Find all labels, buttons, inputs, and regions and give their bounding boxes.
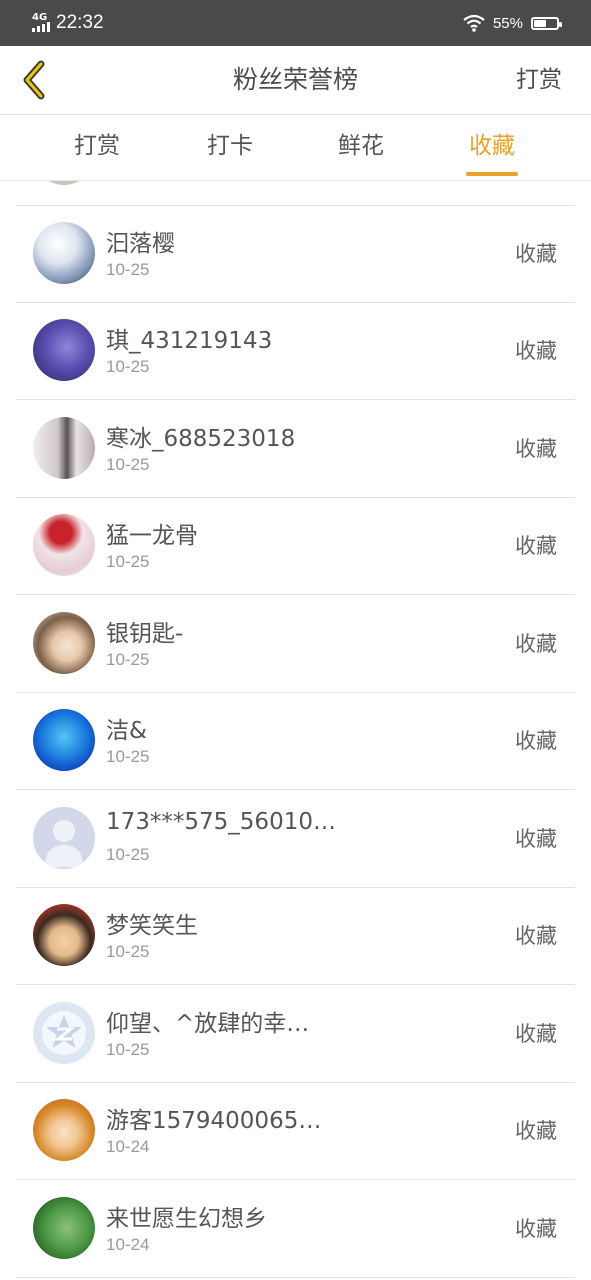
- action-label: 收藏: [515, 924, 557, 948]
- avatar: [33, 1197, 95, 1259]
- action-label: 收藏: [515, 827, 557, 851]
- battery-percent: 55%: [492, 14, 523, 32]
- user-name: 寒冰_688523018: [106, 426, 296, 452]
- user-name: 琪_431219143: [106, 328, 273, 354]
- tab-reward[interactable]: 打赏: [57, 115, 137, 180]
- divider: [16, 789, 575, 790]
- avatar: [33, 514, 95, 576]
- avatar: [33, 319, 95, 381]
- user-name: 来世愿生幻想乡: [106, 1206, 267, 1232]
- reward-button[interactable]: 打赏: [516, 46, 562, 114]
- user-name: 银钥匙-: [106, 621, 184, 647]
- user-name: 汩落樱: [106, 231, 175, 257]
- avatar: [33, 807, 95, 869]
- page-title: 粉丝荣誉榜: [232, 65, 358, 94]
- list-item[interactable]: 寒冰_688523018 10-25 收藏: [0, 401, 591, 498]
- back-button[interactable]: [14, 58, 54, 102]
- avatar: [33, 417, 95, 479]
- tab-active-indicator: [466, 172, 518, 176]
- default-avatar-icon: [45, 820, 83, 867]
- list-item[interactable]: 仰望、^放肆的幸… 10-25 收藏: [0, 986, 591, 1083]
- date: 10-25: [106, 455, 150, 474]
- date: 10-24: [106, 1137, 150, 1156]
- signal-icon: 4G: [32, 11, 50, 34]
- action-label: 收藏: [515, 729, 557, 753]
- list-item[interactable]: 洁& 10-25 收藏: [0, 693, 591, 790]
- date: 10-25: [106, 260, 150, 279]
- list-item[interactable]: 来世愿生幻想乡 10-24 收藏: [0, 1181, 591, 1278]
- avatar: [33, 709, 95, 771]
- list-item[interactable]: 琪_431219143 10-25 收藏: [0, 303, 591, 400]
- status-time: 22:32: [56, 12, 104, 33]
- list-item[interactable]: 173***575_56010… 10-25 收藏: [0, 791, 591, 888]
- date: 10-25: [106, 357, 150, 376]
- status-left: 4G 22:32: [32, 0, 104, 46]
- action-label: 收藏: [515, 1119, 557, 1143]
- action-label: 收藏: [515, 242, 557, 266]
- avatar: [33, 612, 95, 674]
- avatar: [33, 1002, 95, 1064]
- network-type: 4G: [32, 11, 48, 23]
- date: 10-25: [106, 747, 150, 766]
- date: 10-24: [106, 1235, 150, 1254]
- tab-favorites-label: 收藏: [469, 133, 515, 159]
- battery-icon: [531, 16, 562, 30]
- user-name: 仰望、^放肆的幸…: [106, 1011, 310, 1037]
- tab-checkin[interactable]: 打卡: [190, 115, 270, 180]
- tab-flowers[interactable]: 鲜花: [321, 115, 401, 180]
- avatar: [33, 222, 95, 284]
- status-right: 55%: [463, 0, 562, 46]
- user-name: 洁&: [106, 718, 147, 744]
- date: 10-25: [106, 552, 150, 571]
- fan-list: 汩落樱 10-25 收藏 琪_431219143 10-25 收藏 寒冰_688…: [0, 181, 591, 1280]
- tab-bar: 打赏 打卡 鲜花 收藏: [0, 115, 591, 181]
- tab-flowers-label: 鲜花: [338, 133, 384, 159]
- user-name: 梦笑笑生: [106, 913, 198, 939]
- battery-fill: [534, 19, 547, 27]
- action-label: 收藏: [515, 1022, 557, 1046]
- date: 10-25: [106, 845, 150, 864]
- divider: [16, 984, 575, 985]
- tab-favorites[interactable]: 收藏: [452, 115, 532, 180]
- avatar: [33, 1099, 95, 1161]
- list-item[interactable]: 汩落樱 10-25 收藏: [0, 206, 591, 303]
- chevron-left-icon: [23, 60, 45, 100]
- action-label: 收藏: [515, 534, 557, 558]
- wifi-icon: [463, 14, 485, 32]
- status-bar: 4G 22:32 55%: [0, 0, 591, 46]
- date: 10-25: [106, 650, 150, 669]
- date: 10-25: [106, 942, 150, 961]
- user-name: 猛一龙骨: [106, 523, 198, 549]
- header: 粉丝荣誉榜 打赏: [0, 46, 591, 115]
- qzone-icon: [42, 1011, 86, 1055]
- battery-tip: [559, 21, 562, 27]
- tab-checkin-label: 打卡: [207, 133, 253, 159]
- list-item[interactable]: 猛一龙骨 10-25 收藏: [0, 498, 591, 595]
- avatar: [33, 904, 95, 966]
- list-item[interactable]: 银钥匙- 10-25 收藏: [0, 596, 591, 693]
- avatar: [33, 181, 95, 185]
- list-item[interactable]: 游客1579400065… 10-24 收藏: [0, 1083, 591, 1180]
- date: 10-25: [106, 1040, 150, 1059]
- action-label: 收藏: [515, 1217, 557, 1241]
- divider: [16, 399, 575, 400]
- divider: [16, 1277, 575, 1278]
- list-item[interactable]: 梦笑笑生 10-25 收藏: [0, 888, 591, 985]
- divider: [16, 594, 575, 595]
- tab-reward-label: 打赏: [74, 133, 120, 159]
- action-label: 收藏: [515, 437, 557, 461]
- divider: [16, 1179, 575, 1180]
- user-name: 173***575_56010…: [106, 809, 336, 835]
- action-label: 收藏: [515, 339, 557, 363]
- action-label: 收藏: [515, 632, 557, 656]
- user-name: 游客1579400065…: [106, 1108, 322, 1134]
